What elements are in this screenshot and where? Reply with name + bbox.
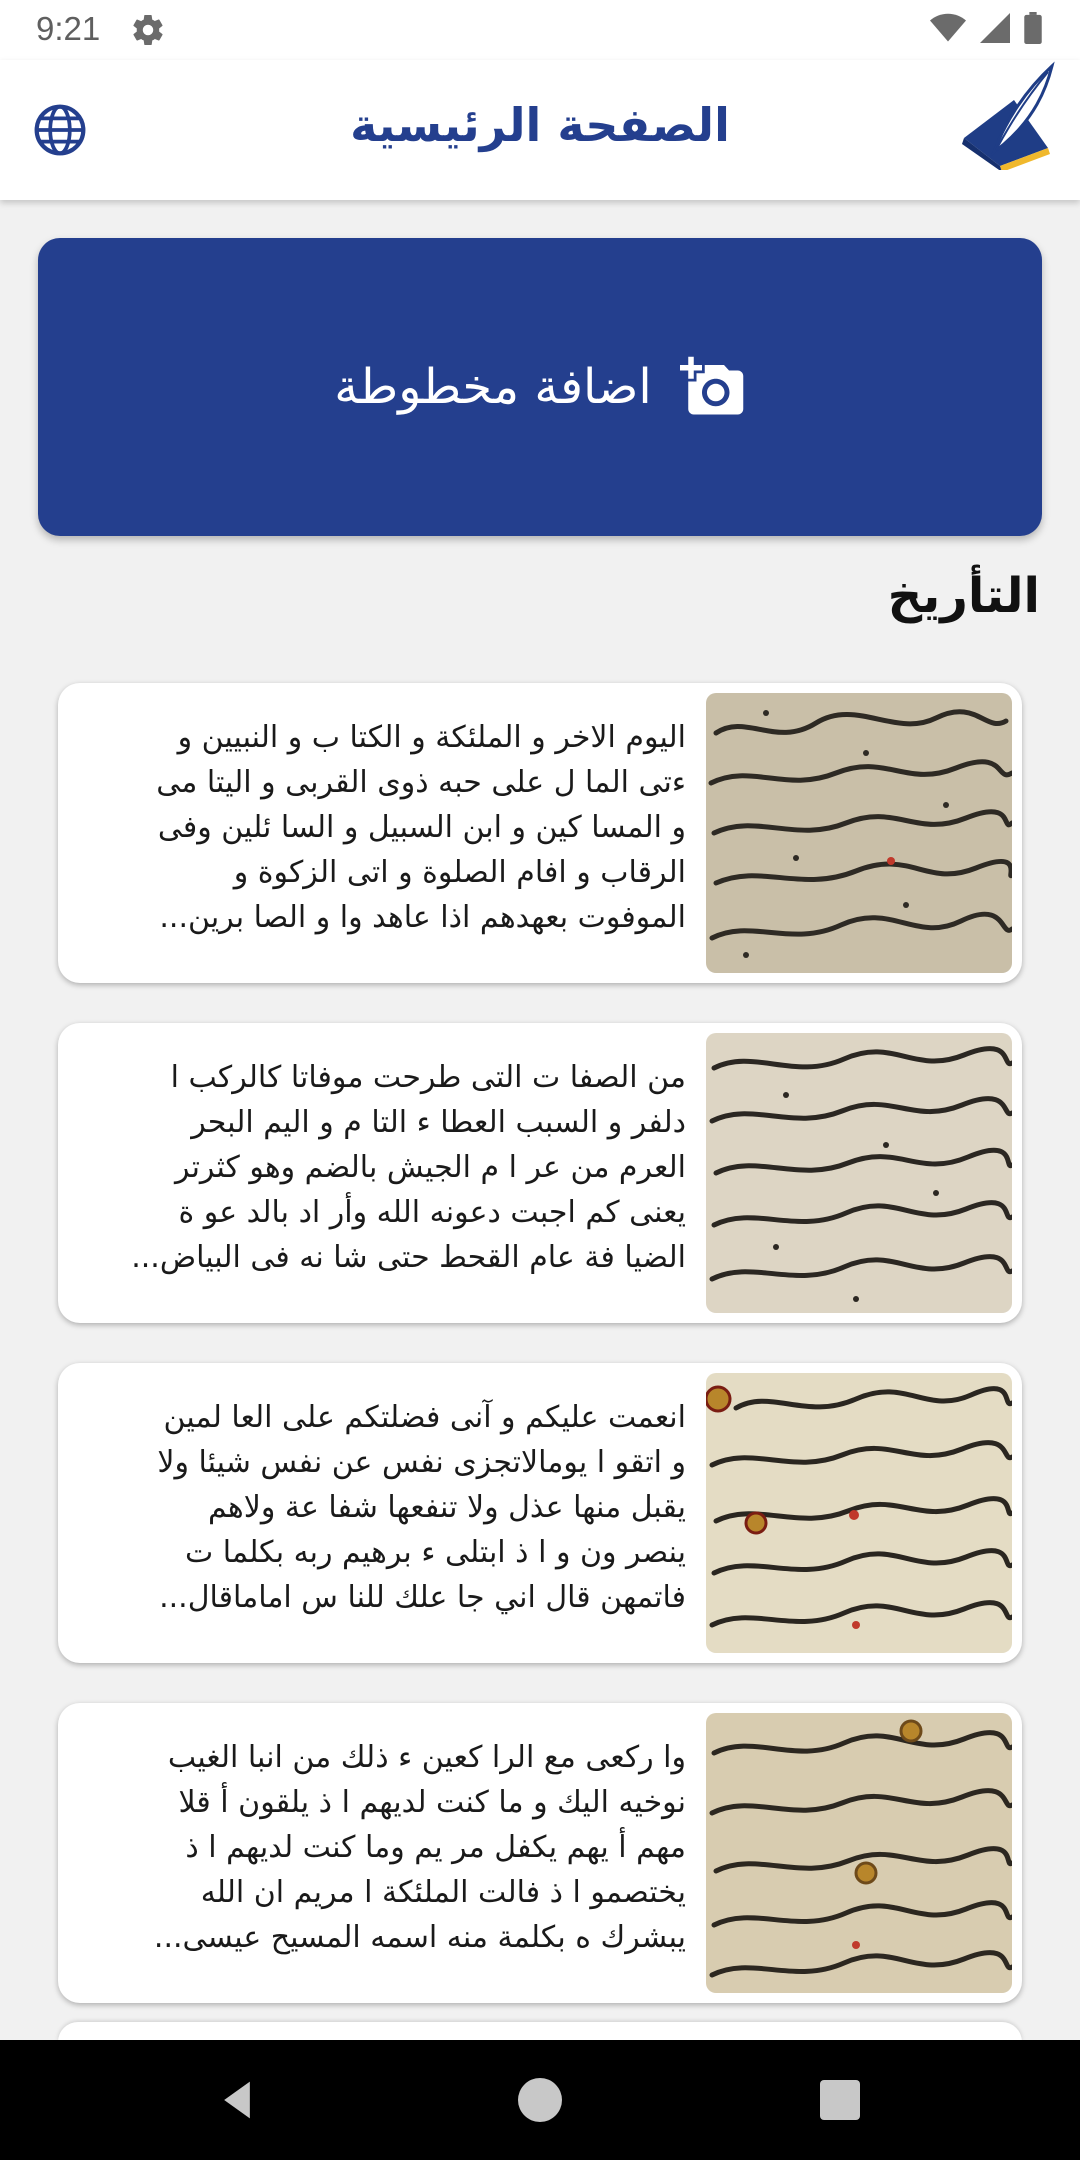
history-item[interactable]: وا ركعى مع الرا كعين ء ذلك من انبا الغيب… [58,1703,1022,2003]
recent-apps-icon[interactable] [820,2080,860,2120]
history-item[interactable]: اليوم الاخر و الملئكة و الكتا ب و النبيي… [58,683,1022,983]
status-icons [930,12,1042,44]
home-icon[interactable] [518,2078,562,2122]
manuscript-thumbnail [706,1033,1012,1313]
signal-icon [980,13,1010,43]
next-card-edge [58,2022,1022,2042]
page-title: الصفحة الرئيسية [350,98,730,152]
app-bar: الصفحة الرئيسية [0,60,1080,200]
status-time: 9:21 [36,10,101,47]
history-item-text: انعمت عليكم و آنى فضلتكم على العا لمين و… [157,1400,686,1615]
battery-icon [1024,12,1042,44]
history-list: اليوم الاخر و الملئكة و الكتا ب و النبيي… [58,683,1022,2043]
add-photo-icon [679,356,743,415]
add-manuscript-label: اضافة مخطوطة [334,359,652,415]
status-bar: 9:21 [0,0,1080,60]
manuscript-thumbnail [706,693,1012,973]
screen: 9:21 الصفحة الرئيسية اضافة مخطوطة التأري… [0,0,1080,2160]
history-item-text: وا ركعى مع الرا كعين ء ذلك من انبا الغيب… [153,1740,686,1955]
history-item[interactable]: من الصفا ت التى طرحت موفاتا كالركب ا دلف… [58,1023,1022,1323]
manuscript-thumbnail [706,1713,1012,1993]
history-item-text: من الصفا ت التى طرحت موفاتا كالركب ا دلف… [131,1060,686,1275]
history-heading: التأريخ [887,568,1040,624]
wifi-icon [930,13,966,42]
history-item[interactable]: انعمت عليكم و آنى فضلتكم على العا لمين و… [58,1363,1022,1663]
manuscript-thumbnail [706,1373,1012,1653]
quill-book-logo [962,61,1055,170]
gear-icon [133,15,163,46]
add-manuscript-button[interactable]: اضافة مخطوطة [38,238,1042,536]
back-icon[interactable] [215,2078,259,2122]
navigation-bar [0,2040,1080,2160]
history-item-text: اليوم الاخر و الملئكة و الكتا ب و النبيي… [156,720,686,935]
